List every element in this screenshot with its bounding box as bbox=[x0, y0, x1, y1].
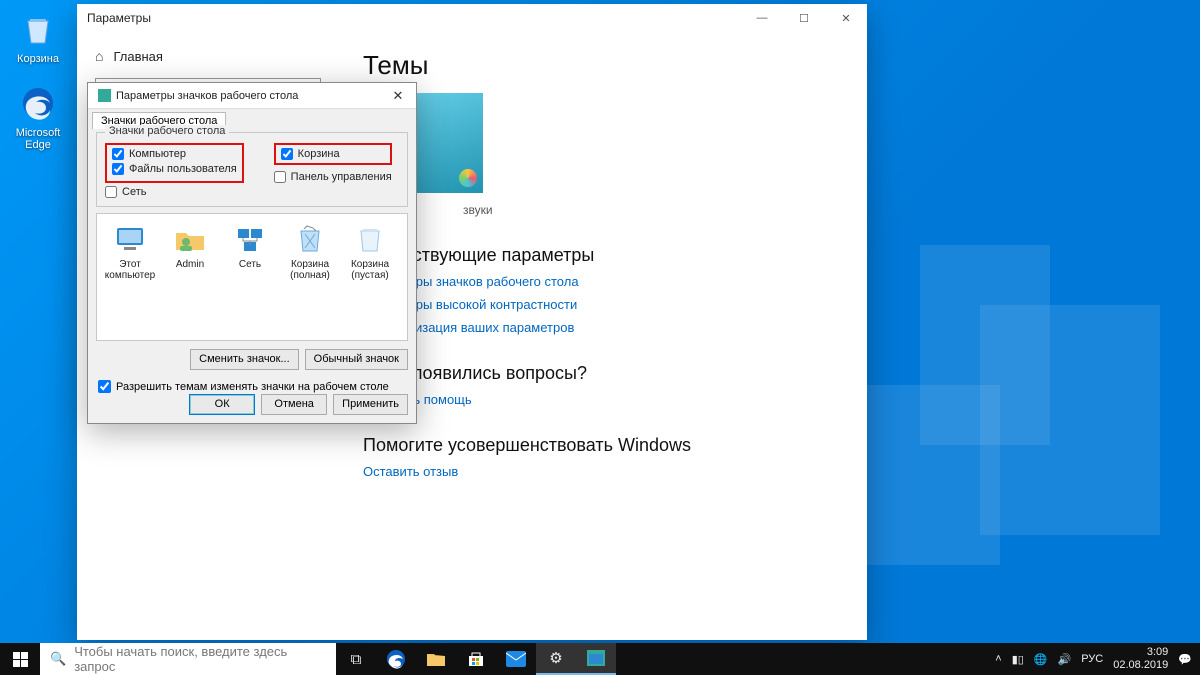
dialog-titlebar[interactable]: Параметры значков рабочего стола ✕ bbox=[88, 83, 416, 109]
taskbar-mail[interactable] bbox=[496, 643, 536, 675]
recycle-empty-icon bbox=[343, 222, 397, 256]
feedback-heading: Помогите усовершенствовать Windows bbox=[363, 435, 839, 456]
nav-home[interactable]: ⌂ Главная bbox=[91, 42, 325, 78]
icon-preview-list: Этот компьютер Admin Сеть Корзина (полна… bbox=[96, 213, 408, 341]
taskbar-settings[interactable]: ⚙ bbox=[536, 643, 576, 675]
desktop-icon-edge[interactable]: Microsoft Edge bbox=[8, 82, 68, 151]
dialog-close-button[interactable]: ✕ bbox=[380, 88, 416, 104]
desktop-icon-label: Microsoft Edge bbox=[8, 127, 68, 151]
group-legend: Значки рабочего стола bbox=[105, 125, 229, 137]
icon-recycle-full[interactable]: Корзина (полная) bbox=[283, 222, 337, 281]
default-icon-button[interactable]: Обычный значок bbox=[305, 349, 408, 370]
user-folder-icon bbox=[163, 222, 217, 256]
group-desktop-icons: Значки рабочего стола Компьютер Файлы по… bbox=[96, 132, 408, 207]
change-icon-button[interactable]: Сменить значок... bbox=[190, 349, 299, 370]
cancel-button[interactable]: Отмена bbox=[261, 394, 327, 415]
dialog-icon bbox=[98, 89, 111, 102]
link-feedback[interactable]: Оставить отзыв bbox=[363, 464, 839, 479]
check-network[interactable]: Сеть bbox=[105, 186, 399, 198]
highlight-left: Компьютер Файлы пользователя bbox=[105, 143, 244, 183]
taskbar-pinned: ⧉ ⚙ bbox=[336, 643, 616, 675]
network-icon bbox=[223, 222, 277, 256]
page-title: Темы bbox=[363, 50, 839, 81]
check-user-files[interactable]: Файлы пользователя bbox=[112, 163, 237, 175]
link-desktop-icons[interactable]: Параметры значков рабочего стола bbox=[363, 274, 839, 289]
recycle-full-icon bbox=[283, 222, 337, 256]
desktop-icons-dialog: Параметры значков рабочего стола ✕ Значк… bbox=[87, 82, 417, 424]
icon-recycle-empty[interactable]: Корзина (пустая) bbox=[343, 222, 397, 281]
taskbar-dialog[interactable] bbox=[576, 643, 616, 675]
tray-volume-icon[interactable]: 🔊 bbox=[1058, 653, 1072, 666]
check-computer[interactable]: Компьютер bbox=[112, 148, 237, 160]
desktop-icon-recycle-bin[interactable]: Корзина bbox=[8, 8, 68, 65]
maximize-button[interactable]: ☐ bbox=[783, 4, 825, 32]
related-heading: Сопутствующие параметры bbox=[363, 245, 839, 266]
taskbar: 🔍 Чтобы начать поиск, введите здесь запр… bbox=[0, 643, 1200, 675]
check-control-panel[interactable]: Панель управления bbox=[274, 171, 392, 183]
icon-network[interactable]: Сеть bbox=[223, 222, 277, 270]
taskbar-explorer[interactable] bbox=[416, 643, 456, 675]
task-view-button[interactable]: ⧉ bbox=[336, 643, 376, 675]
taskbar-search[interactable]: 🔍 Чтобы начать поиск, введите здесь запр… bbox=[40, 643, 336, 675]
icon-this-pc[interactable]: Этот компьютер bbox=[103, 222, 157, 281]
recycle-bin-icon bbox=[17, 8, 59, 50]
settings-titlebar[interactable]: Параметры ― ☐ ✕ bbox=[77, 4, 867, 32]
ok-button[interactable]: ОК bbox=[189, 394, 255, 415]
close-button[interactable]: ✕ bbox=[825, 4, 867, 32]
taskbar-edge[interactable] bbox=[376, 643, 416, 675]
help-heading: У вас появились вопросы? bbox=[363, 363, 839, 384]
tray-language[interactable]: РУС bbox=[1081, 653, 1103, 665]
tray-chevron-icon[interactable]: ˄ bbox=[995, 653, 1001, 665]
windows-logo-icon bbox=[13, 652, 28, 667]
nav-home-label: Главная bbox=[113, 49, 162, 64]
tray-battery-icon[interactable]: ▮▯ bbox=[1012, 653, 1024, 666]
desktop-icon-label: Корзина bbox=[8, 53, 68, 65]
pc-icon bbox=[103, 222, 157, 256]
clock-date: 02.08.2019 bbox=[1113, 659, 1168, 672]
window-title: Параметры bbox=[87, 11, 151, 25]
start-button[interactable] bbox=[0, 643, 40, 675]
clock-time: 3:09 bbox=[1113, 646, 1168, 659]
apply-button[interactable]: Применить bbox=[333, 394, 408, 415]
check-allow-themes[interactable]: Разрешить темам изменять значки на рабоч… bbox=[98, 380, 406, 393]
tray-network-icon[interactable]: 🌐 bbox=[1034, 653, 1048, 666]
tray-clock[interactable]: 3:09 02.08.2019 bbox=[1113, 646, 1168, 672]
tray-notifications-icon[interactable]: 💬 bbox=[1178, 653, 1192, 666]
check-recycle-bin[interactable]: Корзина bbox=[281, 148, 385, 160]
link-high-contrast[interactable]: Параметры высокой контрастности bbox=[363, 297, 839, 312]
edge-icon bbox=[17, 82, 59, 124]
search-icon: 🔍 bbox=[50, 651, 66, 667]
minimize-button[interactable]: ― bbox=[741, 4, 783, 32]
system-tray: ˄ ▮▯ 🌐 🔊 РУС 3:09 02.08.2019 💬 bbox=[987, 643, 1200, 675]
link-get-help[interactable]: Получить помощь bbox=[363, 392, 839, 407]
search-placeholder: Чтобы начать поиск, введите здесь запрос bbox=[74, 644, 326, 674]
highlight-right: Корзина bbox=[274, 143, 392, 165]
theme-caption: звуки bbox=[463, 203, 839, 217]
link-sync-settings[interactable]: Синхронизация ваших параметров bbox=[363, 320, 839, 335]
home-icon: ⌂ bbox=[95, 48, 103, 64]
dialog-title: Параметры значков рабочего стола bbox=[116, 90, 298, 102]
icon-admin[interactable]: Admin bbox=[163, 222, 217, 270]
taskbar-store[interactable] bbox=[456, 643, 496, 675]
